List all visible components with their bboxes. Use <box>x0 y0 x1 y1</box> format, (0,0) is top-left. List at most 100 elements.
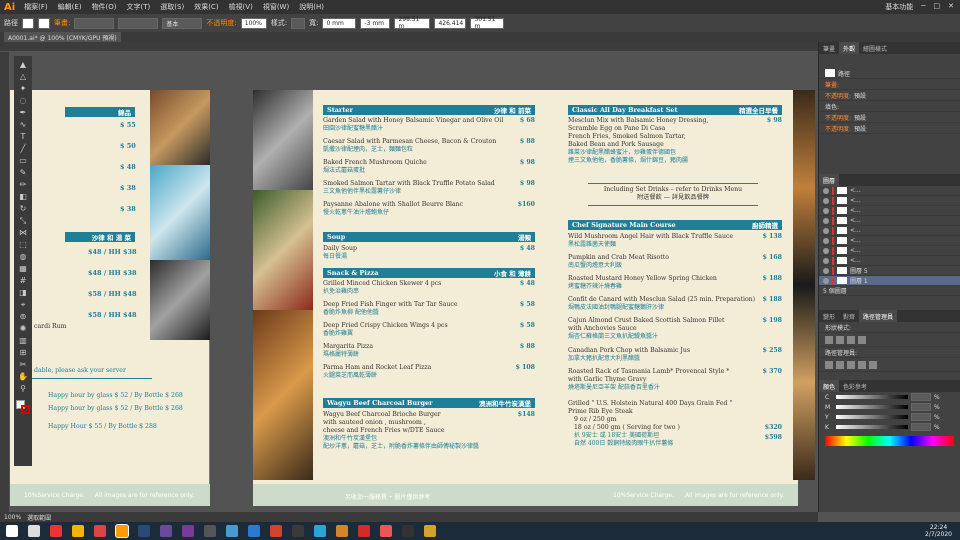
appearance-fill-opacity[interactable]: 不透明度: 預設 <box>819 112 960 123</box>
menu-select[interactable]: 選取(S) <box>155 2 189 12</box>
app-icon[interactable] <box>314 525 326 537</box>
tab-stroke[interactable]: 筆畫 <box>819 42 839 54</box>
artboard-right[interactable]: Starter 沙律 和 前菜 Garden Salad with Honey B… <box>253 90 815 506</box>
magenta-slider[interactable]: M% <box>819 402 960 412</box>
hand-tool-icon[interactable]: ✋ <box>17 372 29 382</box>
y-input[interactable]: 298.51 m <box>394 16 431 30</box>
fill-swatch[interactable] <box>22 17 34 29</box>
lasso-icon[interactable]: ◌ <box>17 96 29 106</box>
workspace-switcher[interactable]: 基本功能 <box>885 2 913 12</box>
horizontal-ruler[interactable] <box>0 42 818 52</box>
menu-object[interactable]: 物件(O) <box>87 2 122 12</box>
tab-align[interactable]: 對齊 <box>839 310 859 322</box>
opacity-label[interactable]: 不透明度: <box>206 18 236 28</box>
paintbrush-icon[interactable]: ✎ <box>17 168 29 178</box>
stroke-weight-input[interactable] <box>74 17 115 29</box>
maximize-icon[interactable]: □ <box>934 2 941 12</box>
black-slider[interactable]: K% <box>819 422 960 432</box>
perspective-grid-icon[interactable]: ▦ <box>17 264 29 274</box>
menu-edit[interactable]: 編輯(E) <box>53 2 87 12</box>
tab-pathfinder[interactable]: 路徑管理員 <box>859 310 898 322</box>
color-spectrum[interactable] <box>825 436 954 446</box>
selection-tool-icon[interactable]: ▲ <box>17 60 29 70</box>
zoom-level[interactable]: 100% <box>4 514 21 521</box>
layer-row[interactable]: <... <box>819 186 960 196</box>
direct-selection-tool-icon[interactable]: △ <box>17 72 29 82</box>
appearance-stroke-opacity[interactable]: 不透明度: 預設 <box>819 90 960 101</box>
explorer-icon[interactable] <box>72 525 84 537</box>
pencil-icon[interactable]: ✏ <box>17 180 29 190</box>
lightroom-icon[interactable] <box>138 525 150 537</box>
layer-row[interactable]: <... <box>819 216 960 226</box>
curvature-icon[interactable]: ∿ <box>17 120 29 130</box>
pen-tool-icon[interactable]: ✒ <box>17 108 29 118</box>
brush-select[interactable]: 基本 <box>162 17 203 29</box>
h-input[interactable]: 301.51 m <box>470 16 505 30</box>
app-icon[interactable] <box>402 525 414 537</box>
x-input[interactable]: -3 mm <box>360 17 391 29</box>
premiere-icon[interactable] <box>182 525 194 537</box>
stroke-swatch[interactable] <box>38 17 50 29</box>
artboard-left[interactable]: 錦品 $ 55 $ 50 $ 48 $ 38 $ 38 沙律 和 湯 菜 $48… <box>10 90 210 506</box>
after-effects-icon[interactable] <box>160 525 172 537</box>
close-icon[interactable]: ✕ <box>948 2 954 12</box>
menu-view[interactable]: 檢視(V) <box>224 2 258 12</box>
yellow-slider[interactable]: Y% <box>819 412 960 422</box>
app-icon[interactable] <box>424 525 436 537</box>
layer-row[interactable]: <... <box>819 256 960 266</box>
tab-layers[interactable]: 圖層 <box>819 174 840 186</box>
stroke-label[interactable]: 筆畫: <box>54 18 70 28</box>
appearance-opacity[interactable]: 不透明度: 預設 <box>819 123 960 134</box>
illustrator-icon[interactable] <box>115 524 129 538</box>
app-icon[interactable] <box>204 525 216 537</box>
layer-row[interactable]: 圖層 5 <box>819 266 960 276</box>
blend-tool-icon[interactable]: ⊚ <box>17 312 29 322</box>
width-input[interactable]: 0 mm <box>322 17 357 29</box>
layer-row[interactable]: <... <box>819 226 960 236</box>
rectangle-tool-icon[interactable]: ▭ <box>17 156 29 166</box>
photoshop-icon[interactable] <box>226 525 238 537</box>
app-icon[interactable] <box>292 525 304 537</box>
menu-file[interactable]: 檔案(F) <box>19 2 53 12</box>
symbol-sprayer-icon[interactable]: ✺ <box>17 324 29 334</box>
menu-type[interactable]: 文字(T) <box>122 2 156 12</box>
app-icon[interactable] <box>358 525 370 537</box>
zoom-tool-icon[interactable]: ⚲ <box>17 384 29 394</box>
type-tool-icon[interactable]: T <box>17 132 29 142</box>
layer-row[interactable]: <... <box>819 196 960 206</box>
rotate-tool-icon[interactable]: ↻ <box>17 204 29 214</box>
eyedropper-icon[interactable]: ⌖ <box>17 300 29 310</box>
cyan-slider[interactable]: C% <box>819 392 960 402</box>
tab-transform[interactable]: 變形 <box>819 310 839 322</box>
acrobat-icon[interactable] <box>94 525 106 537</box>
mesh-tool-icon[interactable]: # <box>17 276 29 286</box>
appearance-path[interactable]: 路徑 <box>819 68 960 79</box>
start-icon[interactable] <box>6 525 18 537</box>
opacity-input[interactable]: 100% <box>240 17 267 29</box>
app-icon[interactable] <box>336 525 348 537</box>
chrome-icon[interactable] <box>50 525 62 537</box>
artboard-tool-icon[interactable]: ⊞ <box>17 348 29 358</box>
layer-row[interactable]: <... <box>819 206 960 216</box>
gradient-tool-icon[interactable]: ◨ <box>17 288 29 298</box>
shape-mode-buttons[interactable] <box>819 333 960 347</box>
menu-effect[interactable]: 效果(C) <box>189 2 223 12</box>
layer-row[interactable]: <... <box>819 236 960 246</box>
tab-color-guide[interactable]: 色彩參考 <box>839 380 871 392</box>
app-icon[interactable] <box>270 525 282 537</box>
width-tool-icon[interactable]: ⋈ <box>17 228 29 238</box>
vertical-ruler[interactable] <box>0 52 10 512</box>
appearance-fill[interactable]: 填色: <box>819 101 960 112</box>
minimize-icon[interactable]: ─ <box>921 2 925 12</box>
tab-color[interactable]: 顏色 <box>819 380 840 392</box>
slice-tool-icon[interactable]: ✂ <box>17 360 29 370</box>
variable-width-select[interactable] <box>118 17 159 29</box>
fill-stroke-swatch[interactable] <box>16 400 30 414</box>
menu-help[interactable]: 說明(H) <box>294 2 329 12</box>
style-select[interactable] <box>291 17 306 29</box>
layer-row[interactable]: <... <box>819 246 960 256</box>
system-clock[interactable]: 22:24 2/7/2020 <box>925 524 960 538</box>
app-icon[interactable] <box>380 525 392 537</box>
app-icon[interactable] <box>248 525 260 537</box>
canvas[interactable]: 錦品 $ 55 $ 50 $ 48 $ 38 $ 38 沙律 和 湯 菜 $48… <box>10 52 818 512</box>
